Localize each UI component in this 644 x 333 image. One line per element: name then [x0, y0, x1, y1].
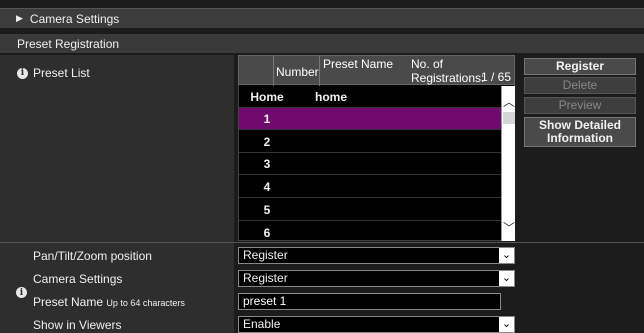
preset-list-label-text: Preset List — [33, 66, 90, 80]
table-row[interactable]: 4 — [239, 176, 501, 198]
chevron-down-icon[interactable]: ⌄ — [499, 248, 514, 263]
ptz-select[interactable]: Register ⌄ — [238, 247, 515, 264]
ptz-select-value: Register — [243, 248, 288, 262]
preset-list-label: i Preset List — [17, 66, 90, 80]
chevron-down-icon[interactable]: ⌄ — [499, 271, 514, 286]
table-row[interactable]: 6 — [239, 222, 501, 241]
preset-registration-header: Preset Registration — [0, 34, 644, 53]
show-in-viewers-select[interactable]: Enable ⌄ — [238, 316, 515, 333]
row-number: 6 — [263, 226, 271, 240]
row-number: 3 — [263, 157, 271, 171]
left-label-panel — [0, 55, 234, 333]
preset-name-label: Preset Name Up to 64 characters — [33, 295, 185, 309]
header-preset-name: Preset Name — [323, 57, 394, 71]
preset-name-label-text: Preset Name — [33, 295, 104, 309]
delete-button[interactable]: Delete — [524, 77, 636, 94]
camera-settings-select[interactable]: Register ⌄ — [238, 270, 515, 287]
preview-button[interactable]: Preview — [524, 97, 636, 114]
table-row[interactable]: 2 — [239, 131, 501, 153]
show-detailed-information-button[interactable]: Show Detailed Information — [524, 117, 636, 147]
chevron-down-icon[interactable]: ⌄ — [499, 317, 514, 332]
preset-name-input[interactable]: preset 1 — [238, 293, 501, 310]
show-detail-line1: Show Detailed — [538, 118, 621, 132]
chevron-down-icon[interactable]: ﹀ — [503, 222, 515, 234]
row-number: 1 — [263, 112, 271, 126]
chevron-up-icon[interactable]: ︿ — [503, 96, 515, 108]
header-number: Number — [276, 65, 319, 79]
header-divider — [319, 56, 320, 86]
header-divider — [273, 56, 274, 86]
preset-registration-title: Preset Registration — [17, 36, 120, 51]
show-in-viewers-select-value: Enable — [243, 317, 281, 331]
row-preset-name: home — [315, 90, 348, 104]
table-scrollbar[interactable]: ︿ ﹀ — [501, 86, 515, 241]
header-registrations-count: 1 / 65 — [480, 70, 511, 84]
row-number: 2 — [263, 135, 271, 149]
show-detail-line2: Information — [547, 131, 613, 145]
camera-settings-label: Camera Settings — [33, 272, 123, 286]
info-icon: i — [17, 67, 28, 79]
divider — [0, 242, 644, 243]
register-button[interactable]: Register — [524, 58, 636, 75]
table-row[interactable]: Home home — [239, 86, 501, 108]
row-number: Home — [250, 90, 284, 104]
table-row[interactable]: 3 — [239, 153, 501, 175]
triangle-right-icon: ▶ — [16, 13, 23, 23]
row-number: 5 — [263, 203, 271, 217]
ptz-label: Pan/Tilt/Zoom position — [33, 249, 152, 263]
scrollbar-thumb[interactable] — [503, 112, 515, 124]
table-row[interactable]: 5 — [239, 199, 501, 221]
preset-list-table-header: Number Preset Name No. of Registrations:… — [238, 55, 515, 86]
info-icon: i — [16, 287, 27, 298]
camera-settings-select-value: Register — [243, 271, 288, 285]
show-in-viewers-label: Show in Viewers — [33, 318, 122, 332]
camera-settings-section-title: Camera Settings — [29, 11, 120, 26]
row-number: 4 — [263, 180, 271, 194]
camera-settings-section-header[interactable]: ▶ Camera Settings — [0, 8, 644, 28]
table-row-selected[interactable]: 1 — [239, 108, 501, 130]
preset-name-hint: Up to 64 characters — [106, 298, 185, 308]
